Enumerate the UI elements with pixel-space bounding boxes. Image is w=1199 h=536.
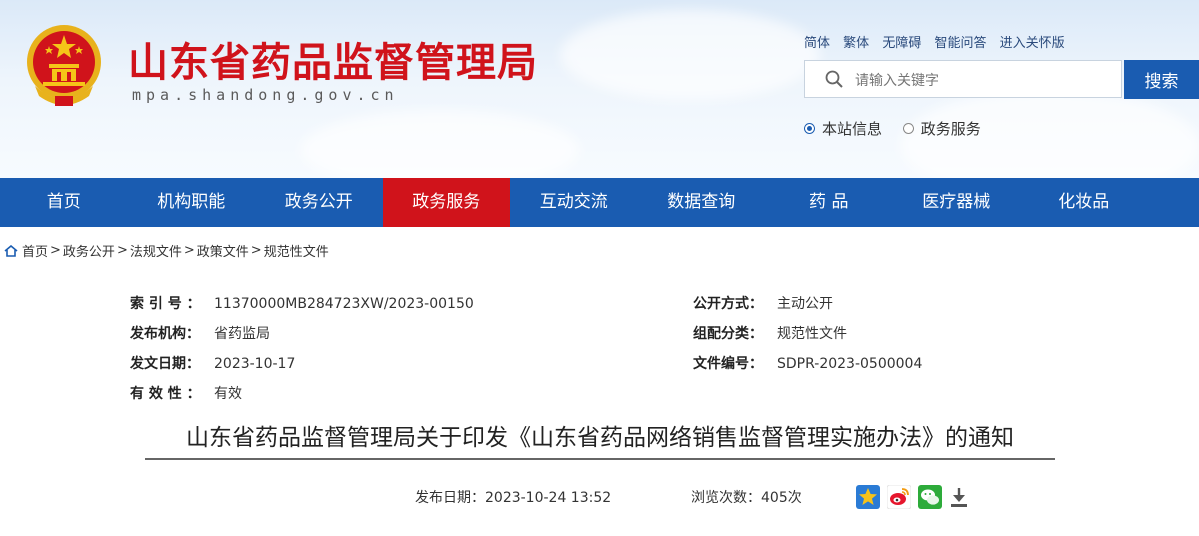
- breadcrumb: 首页 > 政务公开 > 法规文件 > 政策文件 > 规范性文件: [4, 241, 329, 260]
- nav-home[interactable]: 首页: [0, 178, 128, 227]
- toplink-traditional[interactable]: 繁体: [843, 36, 869, 51]
- meta-row: 发文日期： 2023-10-17 文件编号： SDPR-2023-0500004: [130, 354, 1030, 384]
- breadcrumb-separator: >: [50, 243, 61, 258]
- search-input[interactable]: [853, 69, 1117, 93]
- nav-gov-services[interactable]: 政务服务: [382, 178, 510, 227]
- nav-cosmetics[interactable]: 化妆品: [1020, 178, 1148, 227]
- search-icon: [825, 70, 843, 88]
- nav-gov-affairs[interactable]: 政务公开: [255, 178, 383, 227]
- title-divider: [145, 458, 1055, 460]
- doc-number-value: SDPR-2023-0500004: [777, 356, 923, 372]
- breadcrumb-separator: >: [183, 243, 195, 258]
- views-label: 浏览次数：: [691, 490, 761, 506]
- meta-row: 有 效 性 ： 有效: [130, 384, 1030, 414]
- scope-site-info[interactable]: 本站信息: [804, 118, 882, 139]
- weibo-icon[interactable]: [887, 485, 911, 509]
- search-box: [804, 60, 1122, 98]
- category-value: 规范性文件: [777, 326, 847, 342]
- radio-unchecked-icon: [902, 123, 914, 134]
- view-count: 浏览次数：405次: [691, 487, 802, 507]
- publish-date: 发布日期：2023-10-24 13:52: [415, 487, 611, 507]
- views-value: 405次: [761, 490, 802, 506]
- scope-label: 政务服务: [920, 120, 981, 138]
- site-domain: mpa.shandong.gov.cn: [132, 86, 399, 104]
- nav-drugs[interactable]: 药 品: [765, 178, 893, 227]
- toplink-smart-qa[interactable]: 智能问答: [934, 36, 986, 51]
- radio-checked-icon: [804, 123, 815, 134]
- search-scope: 本站信息 政务服务: [804, 118, 997, 139]
- favorite-star-icon[interactable]: [856, 485, 880, 509]
- issuer-value: 省药监局: [214, 326, 270, 342]
- breadcrumb-home[interactable]: 首页: [22, 241, 48, 260]
- index-value: 11370000MB284723XW/2023-00150: [214, 296, 474, 312]
- breadcrumb-regulations[interactable]: 法规文件: [130, 241, 182, 260]
- toplink-elderly-mode[interactable]: 进入关怀版: [1000, 36, 1065, 51]
- validity-value: 有效: [214, 386, 242, 402]
- main-nav: 首页 机构职能 政务公开 政务服务 互动交流 数据查询 药 品 医疗器械 化妆品: [0, 178, 1199, 227]
- wechat-icon[interactable]: [918, 485, 942, 509]
- toplink-accessibility[interactable]: 无障碍: [882, 36, 921, 51]
- issuer-label: 发布机构：: [130, 326, 200, 342]
- document-metadata: 索 引 号 ： 11370000MB284723XW/2023-00150 公开…: [130, 294, 1030, 414]
- publish-mode-label: 公开方式：: [693, 296, 763, 312]
- doc-date-value: 2023-10-17: [214, 356, 296, 372]
- publish-date-value: 2023-10-24 13:52: [485, 490, 612, 506]
- document-title: 山东省药品监督管理局关于印发《山东省药品网络销售监督管理实施办法》的通知: [186, 425, 1014, 451]
- download-icon[interactable]: [947, 485, 971, 509]
- validity-label: 有 效 性 ：: [130, 386, 201, 402]
- toplink-simplified[interactable]: 简体: [804, 36, 830, 51]
- site-header: 山东省药品监督管理局 mpa.shandong.gov.cn 简体 繁体 无障碍…: [0, 0, 1199, 178]
- national-emblem-icon: [27, 25, 101, 106]
- doc-number-label: 文件编号：: [693, 356, 763, 372]
- top-links: 简体 繁体 无障碍 智能问答 进入关怀版: [804, 32, 1074, 51]
- breadcrumb-policy-docs[interactable]: 政策文件: [197, 241, 249, 260]
- index-label: 索 引 号 ：: [130, 296, 201, 312]
- site-title: 山东省药品监督管理局: [128, 40, 538, 86]
- meta-row: 发布机构： 省药监局 组配分类： 规范性文件: [130, 324, 1030, 354]
- cloud-decoration: [560, 10, 820, 100]
- nav-data-query[interactable]: 数据查询: [638, 178, 766, 227]
- home-icon: [4, 244, 18, 257]
- doc-date-label: 发文日期：: [130, 356, 200, 372]
- nav-medical-devices[interactable]: 医疗器械: [893, 178, 1021, 227]
- scope-gov-services[interactable]: 政务服务: [902, 118, 981, 139]
- nav-interaction[interactable]: 互动交流: [510, 178, 638, 227]
- cloud-decoration: [300, 110, 580, 178]
- breadcrumb-gov-affairs[interactable]: 政务公开: [63, 241, 115, 260]
- breadcrumb-separator: >: [116, 243, 128, 258]
- category-label: 组配分类：: [693, 326, 763, 342]
- breadcrumb-separator: >: [250, 243, 262, 258]
- meta-row: 索 引 号 ： 11370000MB284723XW/2023-00150 公开…: [130, 294, 1030, 324]
- search-button[interactable]: 搜索: [1124, 60, 1199, 99]
- publish-mode-value: 主动公开: [777, 296, 833, 312]
- nav-functions[interactable]: 机构职能: [128, 178, 256, 227]
- scope-label: 本站信息: [822, 120, 883, 138]
- breadcrumb-normative-docs[interactable]: 规范性文件: [264, 241, 329, 260]
- publish-date-label: 发布日期：: [415, 490, 485, 506]
